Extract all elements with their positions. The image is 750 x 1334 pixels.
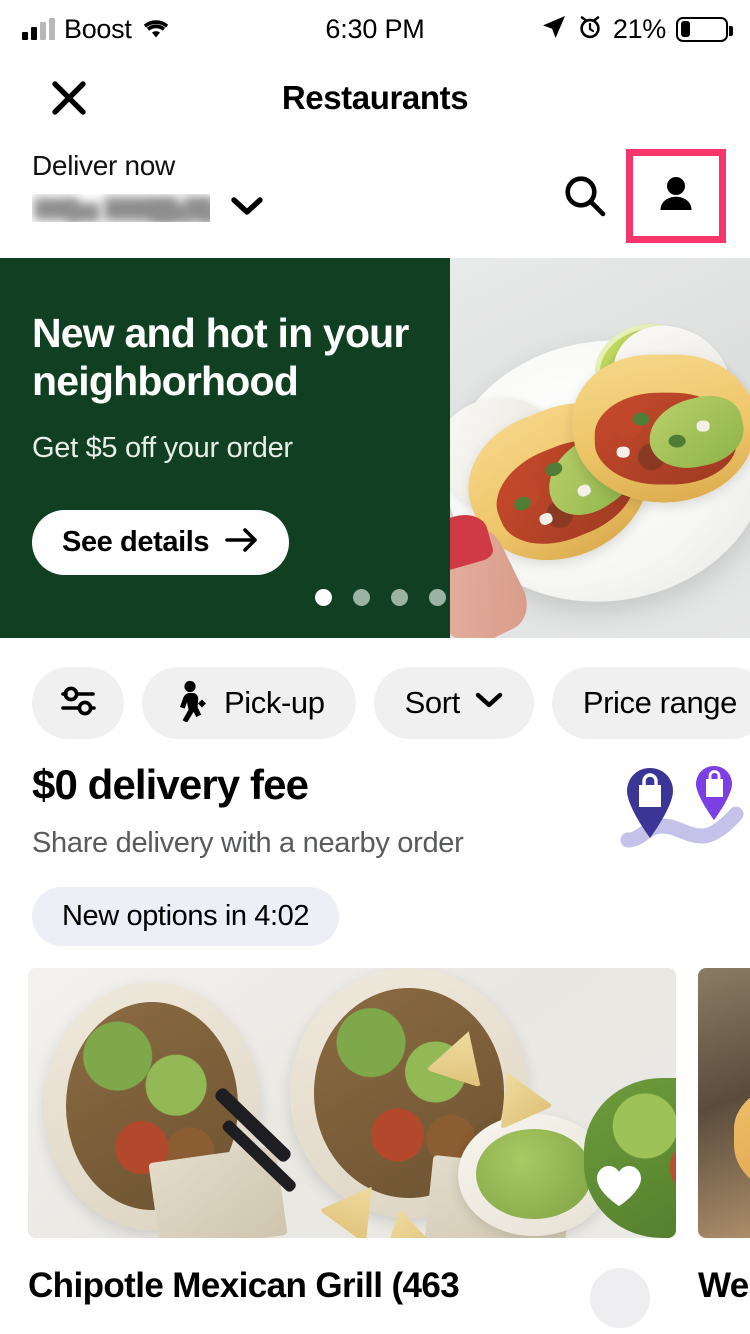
promo-banner-image bbox=[450, 258, 750, 638]
status-bar-right: 21% bbox=[425, 13, 733, 45]
nav-bar: Restaurants bbox=[0, 58, 750, 138]
signal-icon bbox=[22, 18, 55, 40]
promo-banner-text-panel: New and hot in your neighborhood Get $5 … bbox=[0, 258, 450, 638]
restaurant-name: Chipotle Mexican Grill (463 bbox=[28, 1266, 460, 1305]
new-options-badge: New options in 4:02 bbox=[32, 887, 340, 947]
restaurant-image bbox=[28, 968, 676, 1238]
two-map-pins-icon bbox=[610, 766, 750, 852]
filter-chip-pickup[interactable]: Pick-up bbox=[142, 667, 356, 739]
carrier-label: Boost bbox=[64, 13, 132, 44]
see-details-button[interactable]: See details bbox=[32, 510, 290, 575]
search-icon[interactable] bbox=[550, 161, 620, 231]
restaurant-card[interactable]: Chipotle Mexican Grill (463 bbox=[28, 968, 676, 1334]
status-bar-left: Boost bbox=[22, 14, 325, 45]
app-screen: Boost 6:30 PM 21% Restaurants Deliver no… bbox=[0, 0, 750, 1334]
person-icon bbox=[653, 171, 699, 222]
clock-label: 6:30 PM bbox=[325, 13, 425, 44]
carousel-dot[interactable] bbox=[429, 589, 446, 606]
carousel-dots[interactable] bbox=[315, 589, 446, 606]
carousel-dot[interactable] bbox=[353, 589, 370, 606]
battery-icon bbox=[676, 16, 733, 42]
taco-plate-illustration bbox=[450, 309, 750, 638]
page-title: Restaurants bbox=[281, 79, 469, 116]
promo-headline: New and hot in your neighborhood bbox=[32, 310, 409, 404]
arrow-right-icon bbox=[225, 526, 259, 559]
deliver-now-label: Deliver now bbox=[32, 150, 175, 181]
filter-chip-row[interactable]: Pick-up Sort Price range bbox=[0, 638, 750, 768]
address-header: Deliver now bbox=[0, 143, 750, 258]
promo-banner-carousel[interactable]: New and hot in your neighborhood Get $5 … bbox=[0, 258, 750, 638]
filter-chip-label: Price range bbox=[582, 685, 738, 720]
filter-chip-label: Pick-up bbox=[224, 685, 325, 720]
wifi-icon bbox=[141, 18, 171, 40]
filter-chip-filters[interactable] bbox=[32, 667, 124, 739]
filter-chip-price-range[interactable]: Price range bbox=[551, 667, 750, 739]
restaurant-name: We bbox=[698, 1266, 749, 1305]
restaurant-card[interactable]: We bbox=[698, 968, 750, 1334]
close-icon[interactable] bbox=[45, 74, 93, 122]
profile-button-highlight[interactable] bbox=[626, 149, 726, 243]
sliders-icon bbox=[58, 684, 98, 723]
location-arrow-icon bbox=[541, 14, 567, 45]
new-options-label: New options in 4:02 bbox=[62, 900, 310, 933]
delivery-fee-section: $0 delivery fee Share delivery with a ne… bbox=[0, 761, 750, 947]
header-actions bbox=[550, 143, 726, 243]
walking-person-icon bbox=[173, 680, 209, 727]
battery-percent-label: 21% bbox=[612, 13, 666, 44]
see-details-label: See details bbox=[62, 526, 210, 558]
restaurant-image bbox=[698, 968, 750, 1238]
status-bar: Boost 6:30 PM 21% bbox=[0, 0, 750, 58]
filter-chip-label: Sort bbox=[404, 685, 461, 720]
address-value-redacted bbox=[32, 194, 210, 223]
carousel-dot[interactable] bbox=[315, 589, 332, 606]
promo-subtext: Get $5 off your order bbox=[32, 431, 293, 464]
carousel-dot[interactable] bbox=[391, 589, 408, 606]
filter-chip-sort[interactable]: Sort bbox=[373, 667, 534, 739]
restaurant-card-carousel[interactable]: Chipotle Mexican Grill (463 We bbox=[0, 968, 750, 1334]
address-row[interactable] bbox=[32, 194, 550, 223]
chevron-down-icon bbox=[475, 691, 503, 715]
address-block[interactable]: Deliver now bbox=[32, 143, 550, 223]
alarm-clock-icon bbox=[577, 14, 603, 45]
rating-badge bbox=[590, 1268, 650, 1328]
heart-icon[interactable] bbox=[592, 1162, 646, 1210]
chevron-down-icon[interactable] bbox=[230, 195, 264, 222]
